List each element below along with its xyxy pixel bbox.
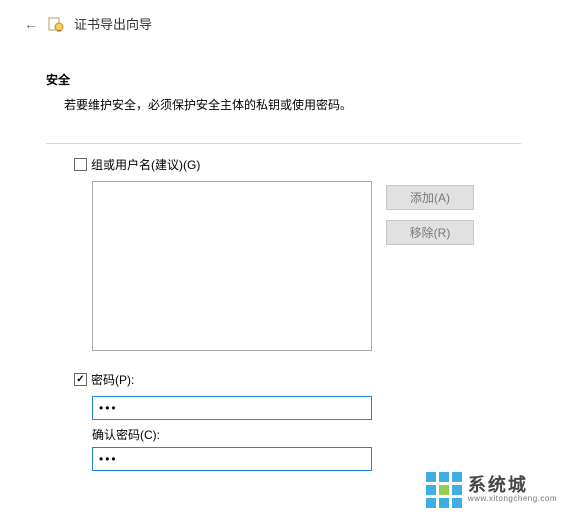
certificate-wizard-icon [48, 16, 64, 32]
add-button[interactable]: 添加(A) [386, 185, 474, 210]
section-heading: 安全 [46, 71, 521, 88]
groups-checkbox-label: 组或用户名(建议)(G) [91, 156, 200, 173]
watermark-text-en: www.xitongcheng.com [468, 495, 557, 503]
groups-listbox[interactable] [92, 181, 372, 351]
password-input[interactable] [92, 396, 372, 420]
watermark-text-cn: 系统城 [468, 476, 557, 495]
password-checkbox-label: 密码(P): [91, 371, 134, 388]
remove-button[interactable]: 移除(R) [386, 220, 474, 245]
section-description: 若要维护安全，必须保护安全主体的私钥或使用密码。 [46, 96, 521, 113]
confirm-password-label: 确认密码(C): [92, 426, 521, 443]
groups-checkbox[interactable] [74, 158, 87, 171]
confirm-password-input[interactable] [92, 447, 372, 471]
watermark: 系统城 www.xitongcheng.com [426, 472, 557, 508]
back-arrow-icon[interactable]: ← [24, 16, 38, 32]
password-checkbox[interactable] [74, 373, 87, 386]
divider [46, 143, 521, 144]
watermark-logo-icon [426, 472, 462, 508]
wizard-title: 证书导出向导 [74, 14, 152, 33]
